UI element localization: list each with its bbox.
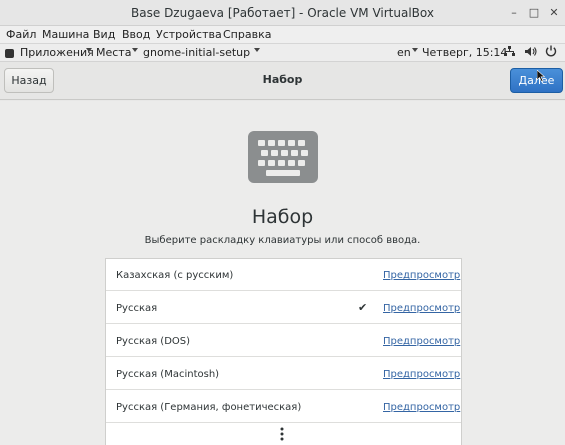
gnome-topbar: Приложения Места gnome-initial-setup en … (0, 44, 565, 62)
page-title: Набор (251, 206, 314, 228)
mouse-cursor-icon (537, 70, 545, 82)
preview-link[interactable]: Предпросмотр (383, 303, 460, 314)
list-item[interactable]: Русская (Германия, фонетическая) Предпро… (106, 391, 461, 423)
menu-view[interactable]: Вид (93, 28, 115, 41)
preview-link[interactable]: Предпросмотр (383, 336, 460, 347)
preview-link[interactable]: Предпросмотр (383, 402, 460, 413)
chevron-down-icon (412, 48, 418, 52)
applications-menu[interactable]: Приложения (20, 46, 94, 59)
vbox-titlebar[interactable]: Base Dzugaeva [Работает] - Oracle VM Vir… (0, 0, 565, 26)
chevron-down-icon (254, 48, 260, 52)
input-language[interactable]: en (397, 46, 411, 59)
minimize-icon[interactable]: – (506, 5, 522, 21)
preview-link[interactable]: Предпросмотр (383, 270, 460, 281)
list-item[interactable]: Русская (DOS) Предпросмотр (106, 325, 461, 357)
layout-list: Казахская (с русским) Предпросмотр Русск… (105, 258, 462, 445)
list-item[interactable]: Русская (Macintosh) Предпросмотр (106, 358, 461, 390)
menu-devices[interactable]: Устройства (156, 28, 222, 41)
app-menu[interactable]: gnome-initial-setup (143, 46, 250, 59)
close-icon[interactable]: ✕ (546, 5, 562, 21)
list-item[interactable]: Казахская (с русским) Предпросмотр (106, 259, 461, 291)
maximize-icon[interactable]: □ (526, 5, 542, 21)
power-icon[interactable] (545, 45, 557, 57)
page-subtitle: Выберите раскладку клавиатуры или способ… (144, 235, 421, 246)
menu-file[interactable]: Файл (6, 28, 36, 41)
network-icon[interactable] (504, 46, 515, 57)
checkmark-icon: ✔ (358, 301, 368, 314)
layout-name: Русская (116, 303, 158, 314)
menu-machine[interactable]: Машина (42, 28, 89, 41)
volume-icon[interactable] (525, 46, 537, 57)
more-icon[interactable] (280, 427, 284, 441)
keyboard-icon (248, 131, 318, 183)
layout-name: Русская (Macintosh) (116, 369, 220, 380)
clock[interactable]: Четверг, 15:14 (422, 46, 507, 59)
menu-help[interactable]: Справка (223, 28, 271, 41)
applications-icon[interactable] (5, 49, 14, 58)
chevron-down-icon (86, 48, 92, 52)
vbox-menubar: Файл Машина Вид Ввод Устройства Справка (0, 26, 565, 44)
layout-name: Казахская (с русским) (116, 270, 234, 281)
list-item[interactable]: Русская ✔ Предпросмотр (106, 292, 461, 324)
preview-link[interactable]: Предпросмотр (383, 369, 460, 380)
places-menu[interactable]: Места (96, 46, 131, 59)
layout-name: Русская (Германия, фонетическая) (116, 402, 302, 413)
chevron-down-icon (132, 48, 138, 52)
menu-input[interactable]: Ввод (122, 28, 150, 41)
window-title: Base Dzugaeva [Работает] - Oracle VM Vir… (131, 6, 434, 20)
header-title: Набор (262, 73, 303, 86)
layout-name: Русская (DOS) (116, 336, 191, 347)
